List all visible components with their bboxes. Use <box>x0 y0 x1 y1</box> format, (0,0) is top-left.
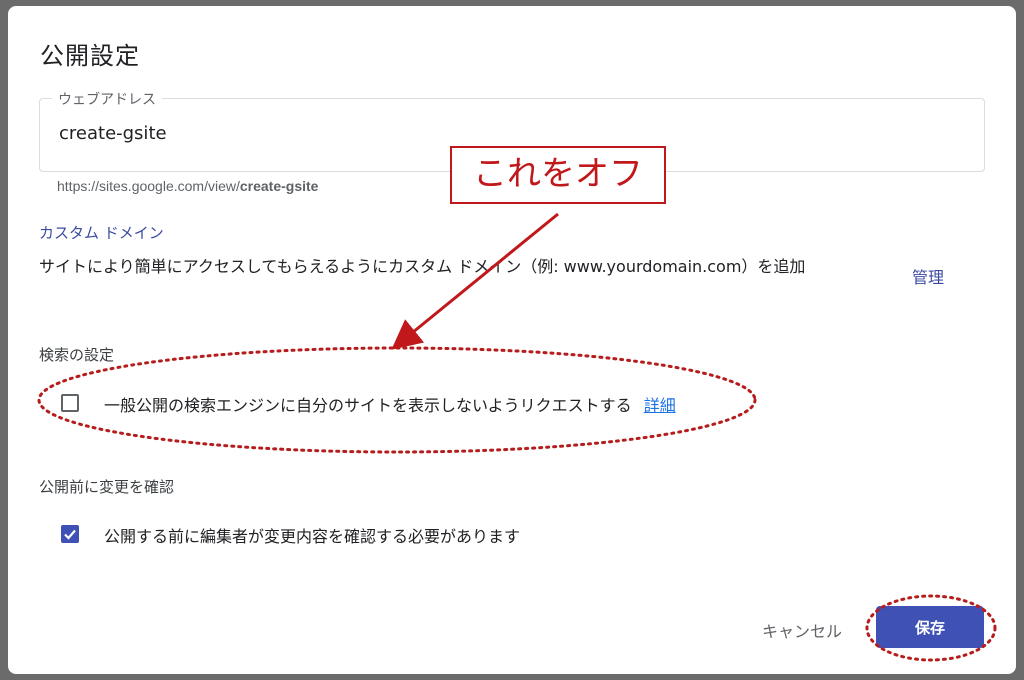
site-url-slug: create-gsite <box>239 178 319 194</box>
details-link[interactable]: 詳細 <box>644 396 676 415</box>
search-settings-heading: 検索の設定 <box>39 346 115 364</box>
checkmark-icon <box>64 529 76 540</box>
web-address-input[interactable]: create-gsite <box>59 123 167 144</box>
hide-from-search-checkbox[interactable] <box>61 394 79 412</box>
save-button[interactable]: 保存 <box>876 606 984 648</box>
site-url-hint: https://sites.google.com/view/create-gsi… <box>57 178 318 194</box>
custom-domain-description: サイトにより簡単にアクセスしてもらえるようにカスタム ドメイン（例: www.y… <box>39 257 806 276</box>
site-url-prefix: https://sites.google.com/view/ <box>57 178 240 194</box>
manage-domain-link[interactable]: 管理 <box>912 264 944 288</box>
review-before-publish-label: 公開する前に編集者が変更内容を確認する必要があります <box>104 527 521 546</box>
review-before-publish-checkbox[interactable] <box>61 525 79 543</box>
web-address-label: ウェブアドレス <box>52 89 162 109</box>
cancel-button[interactable]: キャンセル <box>754 612 850 648</box>
annotation-callout: これをオフ <box>450 146 666 204</box>
publish-settings-dialog: 公開設定 ウェブアドレス create-gsite https://sites.… <box>8 6 1016 674</box>
hide-from-search-text: 一般公開の検索エンジンに自分のサイトを表示しないようリクエストする <box>104 396 632 415</box>
hide-from-search-label: 一般公開の検索エンジンに自分のサイトを表示しないようリクエストする 詳細 <box>104 392 676 416</box>
custom-domain-heading[interactable]: カスタム ドメイン <box>39 222 164 243</box>
dialog-title: 公開設定 <box>40 42 140 70</box>
review-before-publish-heading: 公開前に変更を確認 <box>39 478 175 496</box>
